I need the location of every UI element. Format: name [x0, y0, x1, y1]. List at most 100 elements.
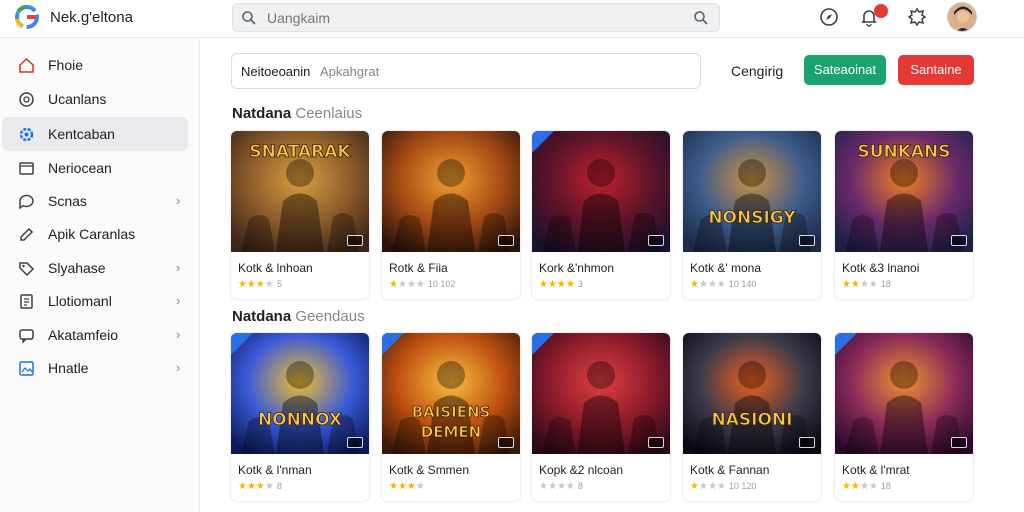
chevron-right-icon: › — [176, 327, 181, 342]
filter-placeholder: Apkahgrat — [320, 64, 380, 79]
toolbar-link[interactable]: Cengirig — [731, 63, 783, 79]
rating-meta: 5 — [276, 279, 282, 289]
game-thumbnail: NASIONI — [683, 333, 821, 454]
game-title: Kork &'nhmon — [539, 261, 614, 275]
app-logo-icon[interactable] — [14, 4, 40, 30]
game-art-title: SUNKANS — [857, 142, 950, 162]
game-card[interactable]: Kork &'nhmon ★★★★ 3 — [532, 131, 670, 299]
search-input[interactable] — [267, 8, 667, 28]
compass-icon[interactable] — [818, 6, 840, 28]
rating-meta: 10 140 — [728, 279, 757, 289]
sidebar-item-label: Neriocean — [48, 160, 112, 176]
document-icon — [20, 294, 33, 309]
controller-icon — [799, 235, 815, 246]
sidebar-item-7[interactable]: Slyahase › — [2, 251, 188, 285]
controller-icon — [347, 437, 363, 448]
chat-bubble-icon — [19, 329, 34, 344]
rating-stars: ★★★★ 5 — [238, 279, 282, 290]
game-title: Kotk & l'nman — [238, 463, 312, 477]
rating-meta: 10 102 — [427, 279, 456, 289]
ribbon-badge — [532, 131, 554, 153]
rating-meta: 8 — [276, 481, 282, 491]
controller-icon — [648, 437, 664, 448]
chevron-right-icon: › — [176, 193, 181, 208]
top-bar: Nek.g'eltona — [0, 0, 1024, 38]
game-card[interactable]: BAISIENS DEMEN Kotk & Smmen ★★★★ — [382, 333, 520, 501]
game-card[interactable]: SUNKANS Kotk &3 lnanoi ★★★★ 18 — [835, 131, 973, 299]
game-title: Kotk &3 lnanoi — [842, 261, 920, 275]
sidebar-item-8[interactable]: Llotiomanl › — [2, 284, 188, 318]
game-card[interactable]: SNATARAK Kotk & lnhoan ★★★★ 5 — [231, 131, 369, 299]
sidebar-item-3[interactable]: Kentcaban — [2, 117, 188, 151]
rating-meta: 10 120 — [728, 481, 757, 491]
sidebar-item-label: Akatamfeio — [48, 327, 119, 343]
sidebar: Fhoie Ucanlans Kentcaban Neriocean Scnas… — [0, 39, 200, 512]
game-thumbnail: SNATARAK — [231, 131, 369, 252]
game-thumbnail — [382, 131, 520, 252]
search-submit-icon[interactable] — [693, 10, 709, 26]
sidebar-item-home[interactable]: Fhoie — [2, 48, 188, 82]
controller-icon — [951, 235, 967, 246]
settings-icon[interactable] — [906, 6, 928, 28]
game-card[interactable]: NONSIGY Kotk &' mona ★★★★ 10 140 — [683, 131, 821, 299]
rating-stars: ★★★★ — [389, 481, 425, 492]
ribbon-badge — [835, 333, 857, 355]
gear-icon — [19, 127, 34, 142]
controller-icon — [347, 235, 363, 246]
rating-stars: ★★★★ 8 — [539, 481, 583, 492]
tag-icon — [19, 262, 35, 277]
section-title-bold: Natdana — [232, 308, 292, 325]
window-icon — [19, 162, 34, 175]
game-thumbnail — [532, 131, 670, 252]
game-title: Kotk & l'mrat — [842, 463, 910, 477]
sidebar-item-9[interactable]: Akatamfeio › — [2, 318, 188, 352]
game-thumbnail: NONNOX — [231, 333, 369, 454]
sidebar-item-5[interactable]: Scnas › — [2, 184, 188, 218]
user-avatar[interactable] — [947, 2, 977, 32]
game-thumbnail: NONSIGY — [683, 131, 821, 252]
chevron-right-icon: › — [176, 360, 181, 375]
game-card[interactable]: NONNOX Kotk & l'nman ★★★★ 8 — [231, 333, 369, 501]
game-art-title: NONSIGY — [708, 208, 796, 228]
sidebar-item-label: Kentcaban — [48, 126, 115, 142]
ribbon-badge — [382, 333, 404, 355]
filter-input[interactable]: Neitoeoanin Apkahgrat — [231, 53, 701, 89]
sidebar-item-2[interactable]: Ucanlans — [2, 82, 188, 116]
rating-meta: 3 — [577, 279, 583, 289]
game-thumbnail: SUNKANS — [835, 131, 973, 252]
sidebar-item-label: Scnas — [48, 193, 87, 209]
rating-meta: 18 — [880, 481, 891, 491]
controller-icon — [799, 437, 815, 448]
game-art-title: NONNOX — [258, 410, 342, 430]
game-art-title: DEMEN — [421, 423, 481, 441]
game-card[interactable]: Kotk & l'mrat ★★★★ 18 — [835, 333, 973, 501]
primary-green-button[interactable]: Sateaoinat — [804, 55, 886, 85]
filter-label: Neitoeoanin — [241, 64, 311, 79]
sidebar-item-10[interactable]: Hnatle › — [2, 351, 188, 385]
game-thumbnail — [835, 333, 973, 454]
game-title: Kotk & lnhoan — [238, 261, 313, 275]
game-thumbnail — [532, 333, 670, 454]
game-card[interactable]: Kopk &2 nlcoan ★★★★ 8 — [532, 333, 670, 501]
section-title-1: Natdana Ceenlaius — [232, 105, 362, 122]
game-title: Kotk & Fannan — [690, 463, 770, 477]
game-art-title: NASIONI — [712, 410, 793, 430]
pen-icon — [20, 227, 34, 241]
section-title-bold: Natdana — [232, 105, 292, 122]
sidebar-item-4[interactable]: Neriocean — [2, 151, 188, 185]
search-bar[interactable] — [232, 3, 720, 32]
sidebar-item-label: Ucanlans — [48, 91, 107, 107]
game-card[interactable]: NASIONI Kotk & Fannan ★★★★ 10 120 — [683, 333, 821, 501]
sidebar-item-label: Llotiomanl — [48, 293, 112, 309]
game-card[interactable]: Rotk & Fiia ★★★★ 10 102 — [382, 131, 520, 299]
search-icon — [242, 11, 256, 25]
app-title: Nek.g'eltona — [50, 9, 133, 26]
chat-icon — [19, 194, 34, 210]
primary-red-button[interactable]: Santaine — [898, 55, 974, 85]
rating-stars: ★★★★ 10 120 — [690, 481, 757, 492]
controller-icon — [498, 235, 514, 246]
circle-icon — [19, 92, 34, 107]
sidebar-item-6[interactable]: Apik Caranlas — [2, 217, 188, 251]
chevron-right-icon: › — [176, 293, 181, 308]
section-title-light: Geendaus — [295, 308, 365, 325]
